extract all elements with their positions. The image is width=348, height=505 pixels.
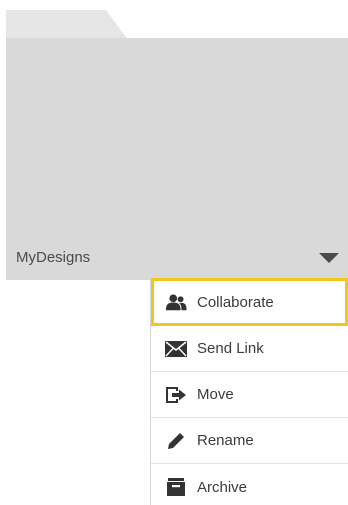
folder-body[interactable]: MyDesigns xyxy=(6,38,348,280)
folder-context-menu: Collaborate Send Link Move Rename Archiv… xyxy=(150,278,348,505)
stage: MyDesigns Collaborate Send Link Move Ren… xyxy=(0,0,348,505)
folder-card[interactable]: MyDesigns xyxy=(6,10,348,280)
collaborate-icon xyxy=(165,292,187,312)
pencil-icon xyxy=(165,431,187,451)
folder-tab xyxy=(6,10,136,40)
menu-item-archive[interactable]: Archive xyxy=(151,464,348,505)
move-icon xyxy=(165,385,187,405)
folder-menu-toggle[interactable] xyxy=(318,250,340,266)
menu-item-label: Collaborate xyxy=(197,293,274,311)
menu-item-send-link[interactable]: Send Link xyxy=(151,326,348,372)
menu-item-label: Move xyxy=(197,386,234,403)
menu-item-move[interactable]: Move xyxy=(151,372,348,418)
menu-item-label: Send Link xyxy=(197,340,264,357)
menu-item-label: Archive xyxy=(197,478,248,496)
menu-item-label: Rename xyxy=(197,432,254,449)
archive-icon xyxy=(165,477,187,497)
envelope-icon xyxy=(165,339,187,359)
folder-name: MyDesigns xyxy=(16,249,91,266)
menu-item-rename[interactable]: Rename xyxy=(151,418,348,464)
menu-item-collaborate[interactable]: Collaborate xyxy=(151,278,348,326)
caret-down-icon xyxy=(319,253,339,263)
